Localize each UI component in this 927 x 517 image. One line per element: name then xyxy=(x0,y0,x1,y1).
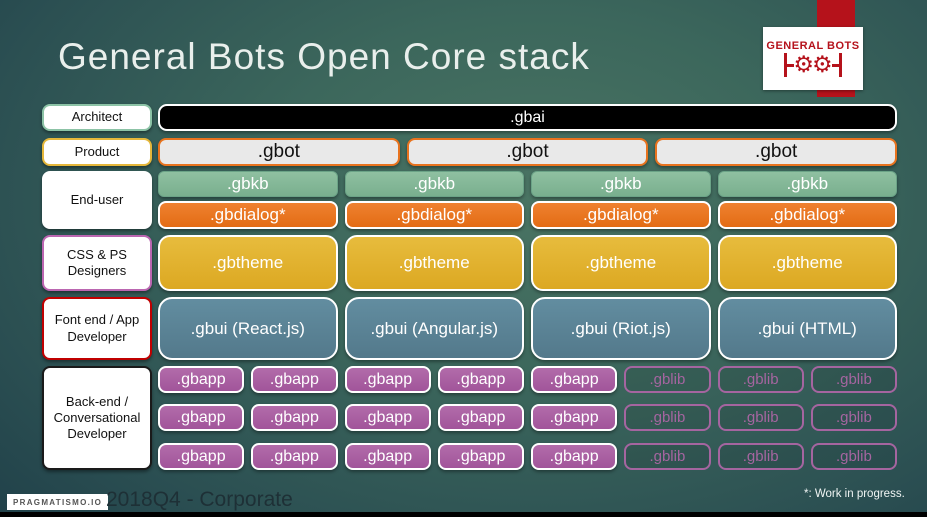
bottom-black-strip xyxy=(0,512,927,517)
gblib-box: .gblib xyxy=(810,404,897,431)
gbdialog-box: .gbdialog* xyxy=(717,201,897,229)
gbot-box: .gbot xyxy=(158,138,400,166)
row-gbtheme: .gbtheme .gbtheme .gbtheme .gbtheme xyxy=(158,235,897,291)
role-text: End-user xyxy=(70,191,124,207)
gblib-box: .gblib xyxy=(717,366,804,393)
row-gbai: .gbai xyxy=(158,104,897,131)
gbapp-box: .gbapp xyxy=(531,404,618,431)
gbapp-box: .gbapp xyxy=(531,366,618,393)
gbdialog-box: .gbdialog* xyxy=(344,201,524,229)
gbapp-box: .gbapp xyxy=(251,404,338,431)
general-bots-logo: GENERAL BOTS ⚙ ⚙ xyxy=(763,27,863,90)
gblib-box: .gblib xyxy=(810,443,897,470)
gbapp-box: .gbapp xyxy=(344,404,431,431)
gbkb-box: .gbkb xyxy=(158,171,338,197)
gbtheme-box: .gbtheme xyxy=(717,235,897,291)
row-gbdialog: .gbdialog* .gbdialog* .gbdialog* .gbdial… xyxy=(158,201,897,229)
gbapp-box: .gbapp xyxy=(437,443,524,470)
role-label-frontend-app-developer: Font end / App Developer xyxy=(42,297,152,360)
gear-icon: ⚙ xyxy=(812,52,833,78)
gbtheme-box: .gbtheme xyxy=(158,235,338,291)
page-title: General Bots Open Core stack xyxy=(58,36,590,77)
gblib-box: .gblib xyxy=(810,366,897,393)
gbdialog-box: .gbdialog* xyxy=(158,201,338,229)
gblib-box: .gblib xyxy=(717,404,804,431)
gbkb-box: .gbkb xyxy=(531,171,711,197)
gbapp-box: .gbapp xyxy=(251,366,338,393)
row-gbui: .gbui (React.js) .gbui (Angular.js) .gbu… xyxy=(158,297,897,360)
role-text: Product xyxy=(74,143,120,159)
role-label-end-user: End-user xyxy=(42,171,152,229)
row-backend-2: .gbapp .gbapp .gbapp .gbapp .gbapp .gbli… xyxy=(158,404,897,431)
gblib-box: .gblib xyxy=(717,443,804,470)
gbot-box: .gbot xyxy=(655,138,898,166)
role-text: CSS & PS Designers xyxy=(67,246,127,278)
gbkb-box: .gbkb xyxy=(717,171,897,197)
role-text: Architect xyxy=(71,109,123,125)
gbdialog-box: .gbdialog* xyxy=(531,201,711,229)
gbapp-box: .gbapp xyxy=(158,443,245,470)
gbui-html-box: .gbui (HTML) xyxy=(717,297,897,360)
gears-icon: ⚙ ⚙ xyxy=(784,52,842,78)
row-backend-3: .gbapp .gbapp .gbapp .gbapp .gbapp .gbli… xyxy=(158,443,897,470)
gblib-box: .gblib xyxy=(624,404,711,431)
gbapp-box: .gbapp xyxy=(437,404,524,431)
gbkb-box: .gbkb xyxy=(344,171,524,197)
gear-axle-right xyxy=(831,63,839,67)
gbtheme-box: .gbtheme xyxy=(344,235,524,291)
gbot-box: .gbot xyxy=(406,138,649,166)
gear-endbar-right xyxy=(838,53,842,77)
gbapp-box: .gbapp xyxy=(344,443,431,470)
footer-caption: 2018Q4 - Corporate xyxy=(106,488,293,511)
role-label-css-ps-designers: CSS & PS Designers xyxy=(42,235,152,291)
role-label-backend-conversational-developer: Back-end / Conversational Developer xyxy=(42,366,152,470)
role-label-product: Product xyxy=(42,138,152,166)
gbapp-box: .gbapp xyxy=(251,443,338,470)
gbapp-box: .gbapp xyxy=(158,366,245,393)
role-label-architect: Architect xyxy=(42,104,152,131)
gbapp-box: .gbapp xyxy=(531,443,618,470)
gbui-riot-box: .gbui (Riot.js) xyxy=(531,297,711,360)
work-in-progress-note: *: Work in progress. xyxy=(804,488,905,500)
gear-icon: ⚙ xyxy=(793,52,814,78)
gbapp-box: .gbapp xyxy=(158,404,245,431)
row-gbkb: .gbkb .gbkb .gbkb .gbkb xyxy=(158,171,897,197)
gbai-box: .gbai xyxy=(158,104,897,131)
gbapp-box: .gbapp xyxy=(437,366,524,393)
role-text: Back-end / Conversational Developer xyxy=(53,393,141,442)
gbtheme-box: .gbtheme xyxy=(531,235,711,291)
gblib-box: .gblib xyxy=(624,443,711,470)
gblib-box: .gblib xyxy=(624,366,711,393)
role-text: Font end / App Developer xyxy=(54,312,140,344)
gbui-angular-box: .gbui (Angular.js) xyxy=(344,297,524,360)
slide: General Bots Open Core stack GENERAL BOT… xyxy=(0,0,927,517)
row-gbot: .gbot .gbot .gbot xyxy=(158,138,898,166)
gbapp-box: .gbapp xyxy=(344,366,431,393)
gbui-react-box: .gbui (React.js) xyxy=(158,297,338,360)
row-backend-1: .gbapp .gbapp .gbapp .gbapp .gbapp .gbli… xyxy=(158,366,897,393)
pragmatismo-badge: PRAGMATISMO.IO xyxy=(7,494,109,510)
logo-brand-text: GENERAL BOTS xyxy=(766,40,860,52)
